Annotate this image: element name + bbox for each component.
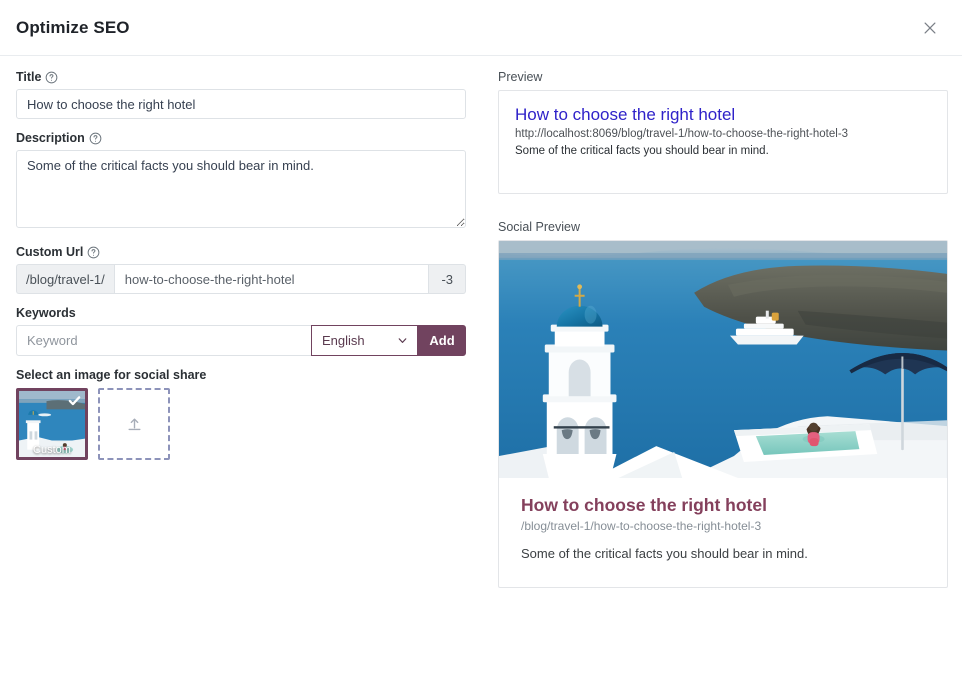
help-circle-icon[interactable]: [89, 132, 102, 145]
close-icon[interactable]: [916, 14, 944, 42]
title-label: Title: [16, 70, 466, 84]
social-preview-title[interactable]: How to choose the right hotel: [521, 495, 925, 516]
search-preview-card: How to choose the right hotel http://loc…: [498, 90, 948, 194]
title-label-text: Title: [16, 70, 42, 84]
title-field-group: Title: [16, 70, 466, 119]
social-preview-image: [499, 241, 947, 479]
keywords-input-group: English Add: [16, 325, 466, 356]
description-textarea[interactable]: [16, 150, 466, 228]
preview-column: Preview How to choose the right hotel ht…: [498, 70, 948, 588]
keywords-label: Keywords: [16, 306, 466, 320]
search-preview-description: Some of the critical facts you should be…: [515, 145, 769, 158]
help-circle-icon[interactable]: [45, 71, 58, 84]
description-field-group: Description: [16, 131, 466, 233]
url-suffix: -3: [429, 264, 466, 294]
keywords-label-text: Keywords: [16, 306, 76, 320]
social-preview-url: /blog/travel-1/how-to-choose-the-right-h…: [521, 519, 762, 533]
social-preview-text: How to choose the right hotel /blog/trav…: [499, 479, 947, 587]
social-image-label-text: Select an image for social share: [16, 368, 207, 382]
preview-section-label: Preview: [498, 70, 543, 84]
language-select[interactable]: English: [311, 325, 418, 356]
custom-url-label: Custom Url: [16, 245, 466, 259]
language-select-value: English: [322, 333, 365, 348]
check-icon: [67, 393, 82, 408]
upload-image-dropzone[interactable]: [98, 388, 170, 460]
custom-url-label-text: Custom Url: [16, 245, 84, 259]
social-preview-section-label: Social Preview: [498, 220, 580, 234]
description-label-text: Description: [16, 131, 85, 145]
social-preview-card: How to choose the right hotel /blog/trav…: [498, 240, 948, 588]
social-image-label: Select an image for social share: [16, 368, 466, 382]
santorini-illustration: [499, 241, 947, 478]
chevron-down-icon: [396, 334, 409, 347]
url-prefix: /blog/travel-1/: [16, 264, 114, 294]
dialog-body: Title Description: [0, 56, 962, 588]
custom-url-input[interactable]: [113, 264, 430, 294]
keyword-input[interactable]: [16, 325, 311, 356]
social-preview-block: Social Preview How to choose the right h…: [498, 220, 948, 588]
image-thumbnail-row: Custom: [16, 388, 466, 460]
search-preview-title[interactable]: How to choose the right hotel: [515, 105, 931, 125]
thumbnail-caption: Custom: [33, 444, 71, 456]
search-preview-url: http://localhost:8069/blog/travel-1/how-…: [515, 128, 849, 141]
description-label: Description: [16, 131, 466, 145]
social-image-thumbnail-custom[interactable]: Custom: [16, 388, 88, 460]
social-image-picker-group: Select an image for social share Custom: [16, 368, 466, 460]
page-title: Optimize SEO: [16, 17, 130, 37]
title-input[interactable]: [16, 89, 466, 119]
upload-icon: [127, 417, 141, 430]
add-keyword-button[interactable]: Add: [418, 325, 466, 356]
help-circle-icon[interactable]: [87, 246, 100, 259]
seo-form-column: Title Description: [16, 70, 466, 588]
keywords-field-group: Keywords English Add: [16, 306, 466, 356]
dialog-header: Optimize SEO: [0, 0, 962, 56]
social-preview-description: Some of the critical facts you should be…: [521, 546, 808, 561]
custom-url-field-group: Custom Url /blog/travel-1/ -3: [16, 245, 466, 294]
custom-url-input-group: /blog/travel-1/ -3: [16, 264, 466, 294]
